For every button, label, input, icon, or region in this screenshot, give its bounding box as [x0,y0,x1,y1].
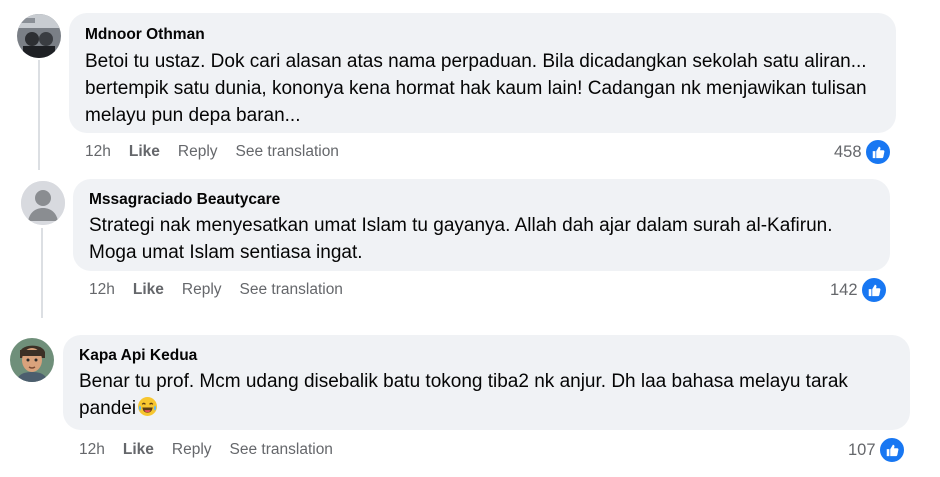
see-translation-link[interactable]: See translation [230,441,333,459]
comment-actions: 12h Like Reply See translation [79,441,351,459]
comment-text: Strategi nak menyesatkan umat Islam tu g… [89,215,833,263]
see-translation-link[interactable]: See translation [236,143,339,161]
reaction-number: 142 [830,280,858,299]
reaction-number: 107 [848,440,876,459]
comment-text-content: Benar tu prof. Mcm udang disebalik batu … [79,371,848,419]
comment-bubble: Mdnoor Othman Betoi tu ustaz. Dok cari a… [69,13,896,133]
comment-text: Betoi tu ustaz. Dok cari alasan atas nam… [85,51,867,126]
reaction-number: 458 [834,142,862,161]
reply-button[interactable]: Reply [172,441,212,459]
comment-actions: 12h Like Reply See translation [85,143,357,161]
comment-author[interactable]: Mssagraciado Beautycare [89,190,874,210]
comment-timestamp[interactable]: 12h [79,441,105,459]
thread-line [41,228,43,318]
avatar[interactable] [10,338,54,382]
see-translation-link[interactable]: See translation [240,281,343,299]
avatar[interactable] [17,14,61,58]
comment-author[interactable]: Kapa Api Kedua [79,346,894,366]
thumbs-up-icon [859,276,888,304]
like-button[interactable]: Like [129,143,160,161]
comment-bubble: Mssagraciado Beautycare Strategi nak men… [73,179,890,271]
thumbs-up-icon [863,138,892,166]
like-button[interactable]: Like [133,281,164,299]
comment-bubble: Kapa Api Kedua Benar tu prof. Mcm udang … [63,335,910,430]
reaction-count[interactable]: 458 [834,138,892,166]
avatar[interactable] [21,181,65,225]
comment-timestamp[interactable]: 12h [89,281,115,299]
reaction-count[interactable]: 142 [830,276,888,304]
comment-actions: 12h Like Reply See translation [89,281,361,299]
comment-timestamp[interactable]: 12h [85,143,111,161]
thumbs-up-icon [877,436,906,464]
reaction-count[interactable]: 107 [848,436,906,464]
reply-button[interactable]: Reply [182,281,222,299]
comment-text: Benar tu prof. Mcm udang disebalik batu … [79,368,894,422]
laughing-crying-emoji [137,396,158,417]
thread-line [38,60,40,170]
reply-button[interactable]: Reply [178,143,218,161]
like-button[interactable]: Like [123,441,154,459]
comment-author[interactable]: Mdnoor Othman [85,25,880,45]
